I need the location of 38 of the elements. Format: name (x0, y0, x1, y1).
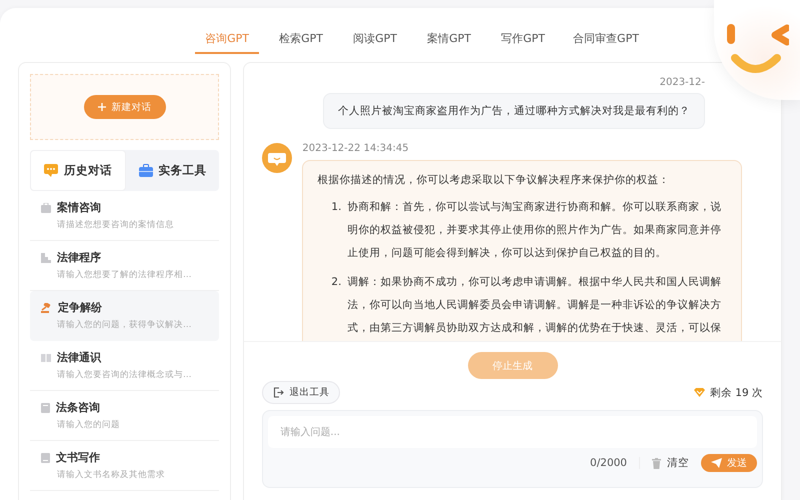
remaining-count: 剩余 19 次 (710, 386, 763, 400)
chart-icon (41, 252, 51, 262)
list-number: 1. (331, 200, 342, 215)
trash-icon (652, 458, 661, 468)
nav-tab[interactable]: 案情GPT (417, 31, 482, 54)
exit-tool-button[interactable]: 退出工具 (262, 381, 340, 404)
plus-icon (98, 103, 106, 111)
send-icon (711, 458, 722, 468)
chat-bubble-icon (44, 164, 58, 177)
nav-tab[interactable]: 检索GPT (269, 31, 334, 54)
nav-tab[interactable]: 合同审查GPT (565, 31, 647, 54)
clear-button[interactable]: 清空 (652, 456, 689, 470)
tool-list-item[interactable]: 法条咨询 请输入您的问题 (30, 391, 220, 441)
tool-list-item[interactable]: 定争解纷 请输入您的问题，获得争议解决… (30, 291, 220, 341)
answer-text: 协商和解：首先，你可以尝试与淘宝商家进行协商和解。你可以联系商家，说明你的权益被侵犯，并要求其停止使用你的照片作为广告。如果商家同意并停止使用，问题可能会得到解决，你可以达到保护自己权益的目的。 (347, 200, 722, 261)
character-counter: 0/2000 (590, 457, 627, 469)
tool-list-item[interactable]: 法律通识 请输入您要咨询的法律概念或与… (30, 341, 220, 391)
answer-text: 调解：如果协商不成功，你可以考虑申请调解。根据中华人民共和国人民调解法，你可以向当地人民调解委员会申请调解。调解是一种非诉讼的争议解决方式，由第三方调解员协助双方达成和解，调解的优势在于快速、灵活，可以保 (347, 275, 722, 336)
message-time: 2023-12-22 14:34:45 (302, 143, 410, 154)
answer-text: 根据你描述的情况，你可以考虑采取以下争议解决程序来保护你的权益： (317, 173, 670, 188)
briefcase-icon (138, 164, 153, 177)
briefcase-icon (41, 202, 51, 212)
diamond-icon (694, 388, 705, 397)
gavel-icon (41, 302, 52, 312)
tool-list-item[interactable]: 案情咨询 请描述您想要咨询的案情信息 (30, 191, 220, 241)
document-icon (41, 452, 50, 462)
sidebar-tab[interactable]: 实务工具 (126, 150, 220, 191)
nav-tab[interactable]: 阅读GPT (343, 31, 408, 54)
question-input-field[interactable]: 请输入问题... (268, 416, 757, 448)
avatar-icon (262, 143, 292, 173)
user-message: 个人照片被淘宝商家盗用作为广告，通过哪种方式解决对我是最有利的？ (323, 93, 705, 129)
message-time: 2023-12- (660, 77, 705, 88)
tool-list-item[interactable]: 文书写作 请输入文书名称及其他需求 (30, 441, 220, 491)
document-icon (41, 402, 50, 412)
exit-icon (273, 387, 284, 398)
list-number: 2. (331, 275, 342, 290)
nav-tab[interactable]: 写作GPT (491, 31, 556, 54)
sidebar-tab[interactable]: 历史对话 (30, 150, 126, 191)
